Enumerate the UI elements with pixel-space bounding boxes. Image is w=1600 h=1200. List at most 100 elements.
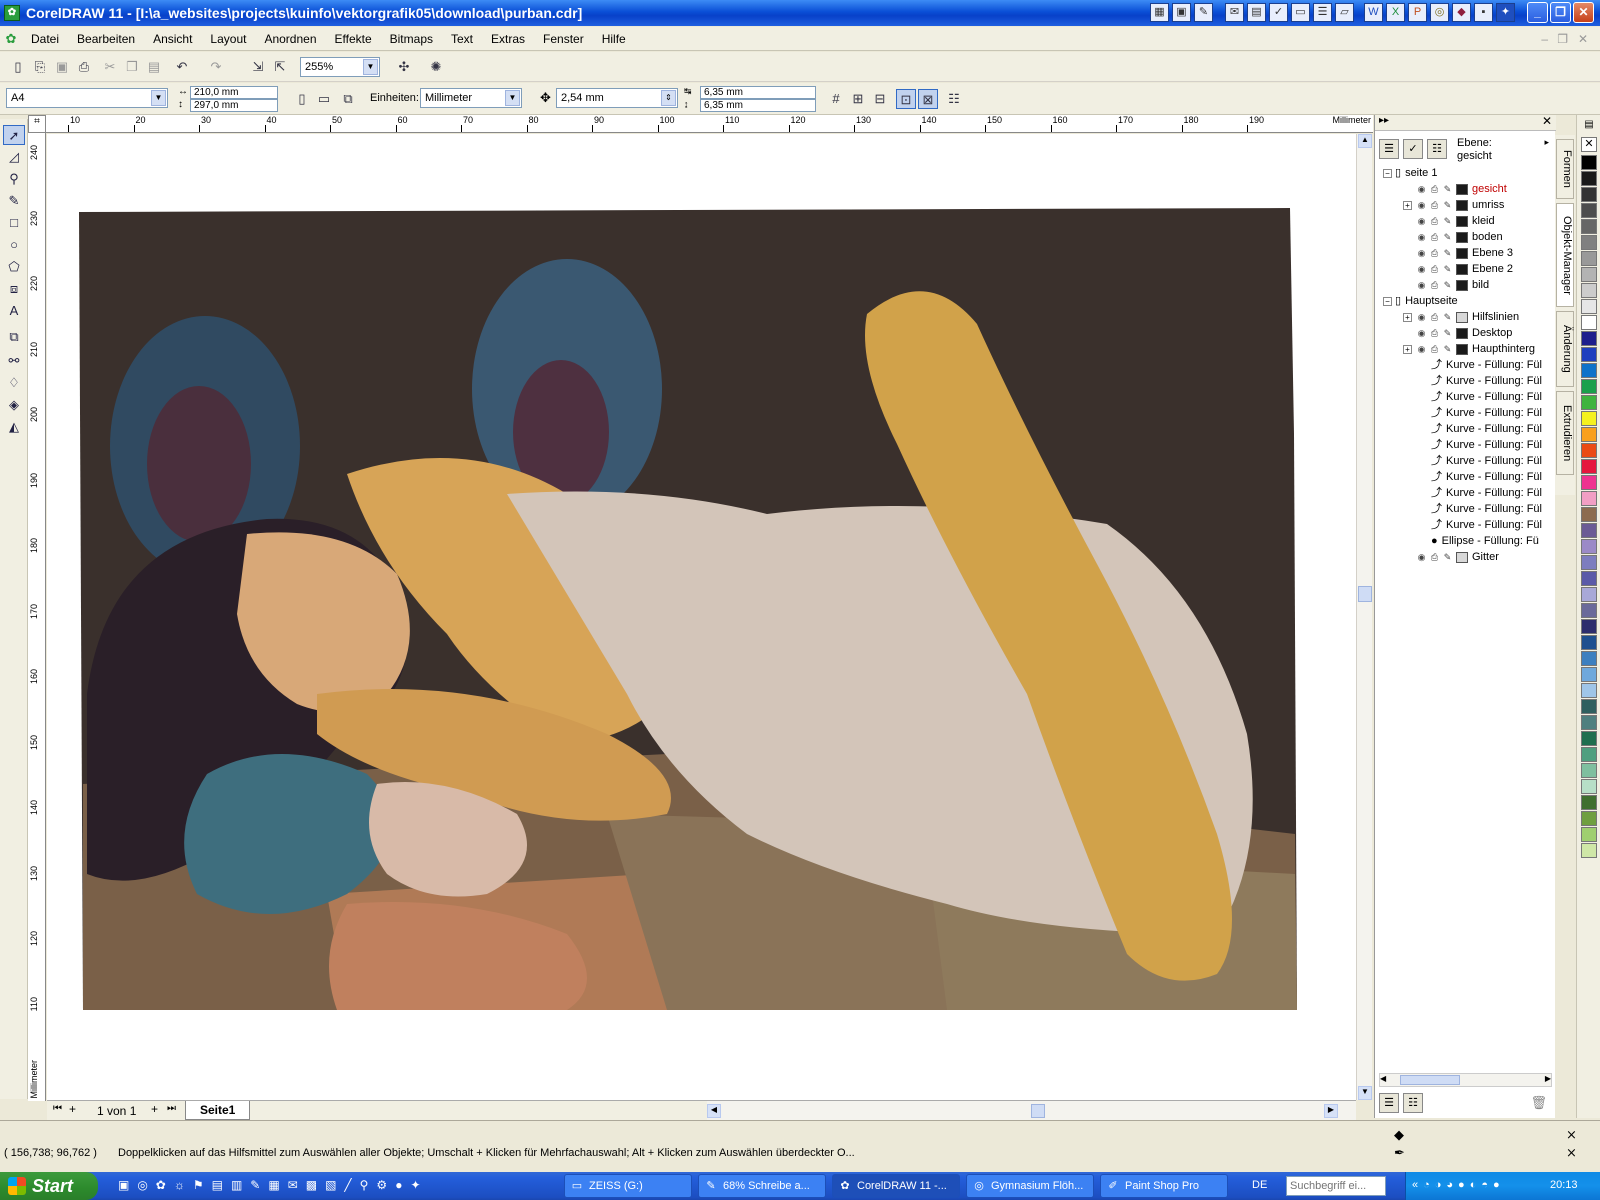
tree-node[interactable]: ◉ ⎙ ✎ Ebene 2	[1403, 261, 1513, 277]
tree-node[interactable]: − ▯ seite 1	[1383, 165, 1437, 181]
color-swatch[interactable]	[1581, 395, 1597, 410]
tree-node[interactable]: ◉ ⎙ ✎ bild	[1403, 277, 1490, 293]
menu-layout[interactable]: Layout	[201, 32, 255, 46]
vertical-ruler[interactable]: 240 230 220 210 200 190 180 170 160 150 140 130 120 1…	[28, 133, 46, 1101]
scroll-thumb[interactable]	[1358, 586, 1372, 602]
printer-icon[interactable]: ⎙	[1428, 261, 1441, 277]
cut-icon[interactable]: ✂	[100, 57, 120, 77]
printer-icon[interactable]: ⎙	[1428, 277, 1441, 293]
word-icon[interactable]: W	[1364, 3, 1383, 22]
tray-icons[interactable]: «◔◑◕●◐◓●	[1412, 1179, 1505, 1191]
zoom-tool-icon[interactable]: ⚲	[3, 169, 25, 189]
color-swatch[interactable]	[1581, 699, 1597, 714]
color-swatch[interactable]	[1581, 571, 1597, 586]
eyedropper-tool-icon[interactable]: ⚯	[3, 351, 25, 371]
color-swatch[interactable]	[1581, 603, 1597, 618]
mail-icon[interactable]: ✉	[1225, 3, 1244, 22]
printer-icon[interactable]: ⎙	[1428, 245, 1441, 261]
edit-pencil-icon[interactable]: ✎	[1441, 181, 1454, 197]
visibility-eye-icon[interactable]: ◉	[1415, 325, 1428, 341]
task-schreibe[interactable]: ✎ 68% Schreibe a...	[698, 1174, 826, 1198]
edit-pencil-icon[interactable]: ✎	[1441, 213, 1454, 229]
scroll-thumb[interactable]	[1400, 1075, 1460, 1085]
color-swatch[interactable]	[1581, 683, 1597, 698]
chevron-down-icon[interactable]: ▼	[151, 90, 166, 106]
menu-extras[interactable]: Extras	[482, 32, 534, 46]
tree-node[interactable]: + ◉ ⎙ ✎ Hilfslinien	[1403, 309, 1519, 325]
start-button[interactable]: Start	[0, 1172, 98, 1200]
task-gymnasium[interactable]: ◎ Gymnasium Flöh...	[966, 1174, 1094, 1198]
color-swatch[interactable]	[1581, 251, 1597, 266]
last-page-icon[interactable]: ⏭	[167, 1103, 176, 1114]
scroll-thumb-h[interactable]	[1031, 1104, 1045, 1118]
document-icon[interactable]: ▭	[1291, 3, 1310, 22]
color-swatch[interactable]	[1581, 475, 1597, 490]
snap-objects-icon[interactable]: ⊟	[870, 89, 890, 109]
edit-pencil-icon[interactable]: ✎	[1441, 325, 1454, 341]
show-properties-icon[interactable]: ☰	[1379, 139, 1399, 159]
treat-as-filled-icon[interactable]: ⊡	[896, 89, 916, 109]
color-swatch[interactable]	[1581, 811, 1597, 826]
new-icon[interactable]: ▯	[8, 57, 28, 77]
color-swatch[interactable]	[1581, 379, 1597, 394]
expand-icon[interactable]: +	[1403, 344, 1412, 354]
color-swatch[interactable]	[1581, 299, 1597, 314]
freehand-tool-icon[interactable]: ✎	[3, 191, 25, 211]
color-swatch[interactable]	[1581, 619, 1597, 634]
color-swatch[interactable]	[1581, 731, 1597, 746]
color-swatch[interactable]	[1581, 539, 1597, 554]
color-swatch[interactable]	[1581, 443, 1597, 458]
menu-datei[interactable]: Datei	[22, 32, 68, 46]
artwork-illustration[interactable]	[47, 134, 1356, 1100]
spinner-icon[interactable]: ⇕	[661, 90, 676, 106]
visibility-eye-icon[interactable]: ◉	[1415, 549, 1428, 565]
layer-color-swatch[interactable]	[1456, 343, 1468, 355]
outlook-icon[interactable]: ◆	[1452, 3, 1471, 22]
tree-node[interactable]: ⤴ Kurve - Füllung: Fül	[1431, 517, 1542, 533]
add-page-after-icon[interactable]: +	[151, 1102, 158, 1116]
tree-node[interactable]: ◉ ⎙ ✎ Ebene 3	[1403, 245, 1513, 261]
redo-icon[interactable]: ↷	[206, 57, 226, 77]
color-swatch[interactable]	[1581, 523, 1597, 538]
docker-menu-icon[interactable]: ▸	[1544, 137, 1549, 148]
printer-icon[interactable]: ⎙	[1428, 213, 1441, 229]
no-color-swatch[interactable]: ✕	[1581, 137, 1597, 152]
chevron-down-icon[interactable]: ▼	[363, 59, 378, 75]
color-swatch[interactable]	[1581, 171, 1597, 186]
layer-color-swatch[interactable]	[1456, 327, 1468, 339]
page-height-input[interactable]: 297,0 mm	[190, 99, 278, 112]
print-icon[interactable]: ⎙	[74, 57, 94, 77]
color-swatch[interactable]	[1581, 635, 1597, 650]
title-bar[interactable]: ✿ CorelDRAW 11 - [I:\a_websites\projects…	[0, 0, 1600, 26]
collapse-icon[interactable]: −	[1383, 296, 1392, 306]
tab-aenderung[interactable]: Änderung	[1556, 311, 1574, 387]
snap-guides-icon[interactable]: ⊞	[848, 89, 868, 109]
maximize-button[interactable]: ❐	[1550, 2, 1571, 23]
color-swatch[interactable]	[1581, 763, 1597, 778]
edit-pencil-icon[interactable]: ✎	[1441, 245, 1454, 261]
tree-node[interactable]: ⤴ Kurve - Füllung: Fül	[1431, 469, 1542, 485]
zoom-level-combo[interactable]: 255% ▼	[300, 57, 380, 77]
visibility-eye-icon[interactable]: ◉	[1415, 229, 1428, 245]
color-swatch[interactable]	[1581, 651, 1597, 666]
visibility-eye-icon[interactable]: ◉	[1415, 261, 1428, 277]
interactive-blend-tool-icon[interactable]: ⧉	[3, 327, 25, 347]
tab-extrudieren[interactable]: Extrudieren	[1556, 391, 1574, 475]
page-tab-seite1[interactable]: Seite1	[185, 1101, 251, 1120]
chevron-down-icon[interactable]: ▼	[505, 90, 520, 106]
page-width-input[interactable]: 210,0 mm	[190, 86, 278, 99]
all-pages-icon[interactable]: ⧉	[338, 89, 358, 109]
visibility-eye-icon[interactable]: ◉	[1415, 197, 1428, 213]
color-swatch[interactable]	[1581, 363, 1597, 378]
edit-pencil-icon[interactable]: ✎	[1441, 277, 1454, 293]
portrait-icon[interactable]: ▯	[292, 89, 312, 109]
task-coreldraw[interactable]: ✿ CorelDRAW 11 -...	[832, 1174, 960, 1198]
color-swatch[interactable]	[1581, 315, 1597, 330]
tree-node[interactable]: ◉ ⎙ ✎ boden	[1403, 229, 1503, 245]
color-swatch[interactable]	[1581, 555, 1597, 570]
coreldraw-app-icon[interactable]: ✿	[4, 5, 20, 21]
layer-color-swatch[interactable]	[1456, 183, 1468, 195]
visibility-eye-icon[interactable]: ◉	[1415, 213, 1428, 229]
color-swatch[interactable]	[1581, 747, 1597, 762]
tab-formen[interactable]: Formen	[1556, 139, 1574, 199]
